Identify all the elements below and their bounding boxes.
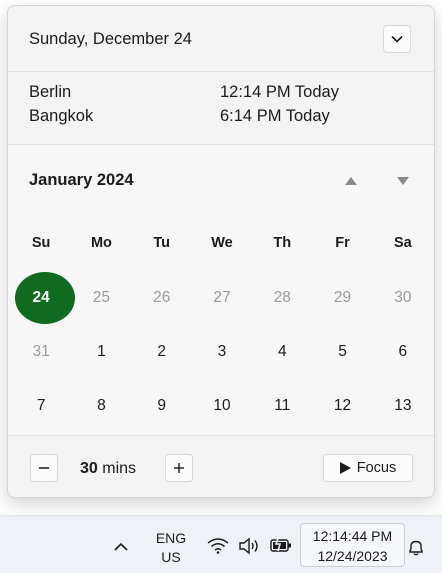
triangle-down-icon — [397, 177, 409, 185]
taskbar-time: 12:14:44 PM — [312, 528, 393, 544]
focus-duration-unit: mins — [102, 460, 137, 477]
focus-button-label: Focus — [356, 460, 397, 476]
start-focus-button[interactable]: Focus — [323, 454, 413, 482]
plus-icon — [174, 463, 184, 473]
weekday-label: Th — [273, 235, 292, 251]
month-title[interactable]: January 2024 — [29, 171, 134, 190]
calendar-day[interactable]: 12 — [312, 397, 372, 415]
calendar-day[interactable]: 11 — [252, 397, 312, 415]
calendar-week: 31 1 2 3 4 5 6 — [11, 327, 433, 377]
weekday-label: Su — [31, 235, 51, 251]
weekday-header: Su Mo Tu We Th Fr Sa — [11, 235, 433, 251]
calendar-week: 24 25 26 27 28 29 30 — [11, 272, 433, 324]
collapse-calendar-button[interactable] — [383, 25, 411, 53]
minus-icon — [39, 467, 49, 469]
calendar-day[interactable]: 2 — [132, 343, 192, 361]
taskbar-clock[interactable]: 12:14:44 PM 12/24/2023 — [300, 523, 405, 567]
volume-icon[interactable] — [238, 537, 262, 555]
play-icon — [339, 462, 351, 474]
clock-city: Berlin — [29, 83, 72, 101]
clock-city: Bangkok — [29, 107, 94, 125]
weekday-label: Tu — [153, 235, 171, 251]
calendar-day[interactable]: 3 — [192, 343, 252, 361]
clock-time: 6:14 PM Today — [220, 107, 330, 125]
focus-duration: 30 mins — [80, 460, 136, 478]
calendar-day[interactable]: 4 — [252, 343, 312, 361]
region-code: US — [161, 549, 181, 565]
calendar-day[interactable]: 13 — [373, 397, 433, 415]
date-header: Sunday, December 24 — [8, 6, 434, 72]
calendar-day[interactable]: 7 — [11, 397, 71, 415]
wifi-icon[interactable] — [207, 538, 229, 554]
calendar-day[interactable]: 5 — [312, 343, 372, 361]
calendar-day[interactable]: 28 — [252, 289, 312, 307]
previous-month-button[interactable] — [343, 173, 359, 189]
calendar-day[interactable]: 25 — [71, 289, 131, 307]
language-code: ENG — [155, 530, 187, 546]
calendar-flyout: Sunday, December 24 Berlin 12:14 PM Toda… — [7, 5, 435, 498]
calendar-week: 7 8 9 10 11 12 13 — [11, 381, 433, 431]
weekday-label: Fr — [335, 235, 350, 251]
weekday-label: We — [211, 235, 233, 251]
calendar-day[interactable]: 26 — [132, 289, 192, 307]
focus-session-bar: 30 mins Focus — [8, 437, 434, 497]
chevron-up-icon — [114, 542, 128, 551]
calendar-day[interactable]: 27 — [192, 289, 252, 307]
calendar-day[interactable]: 31 — [11, 343, 71, 361]
weekday-label: Sa — [393, 235, 412, 251]
increase-focus-button[interactable] — [165, 454, 193, 482]
day-number: 24 — [32, 289, 50, 306]
show-hidden-icons-button[interactable] — [114, 538, 128, 556]
decrease-focus-button[interactable] — [30, 454, 58, 482]
input-language-indicator[interactable]: ENG US — [150, 529, 192, 567]
calendar-day[interactable]: 6 — [373, 343, 433, 361]
chevron-down-icon — [391, 35, 403, 43]
taskbar-date: 12/24/2023 — [317, 548, 388, 564]
calendar-day[interactable]: 9 — [132, 397, 192, 415]
calendar-day-today[interactable]: 24 — [11, 272, 76, 324]
calendar-day[interactable]: 30 — [373, 289, 433, 307]
focus-duration-value: 30 — [80, 460, 98, 477]
clock-time: 12:14 PM Today — [220, 83, 339, 101]
weekday-label: Mo — [90, 235, 112, 251]
calendar-day[interactable]: 29 — [312, 289, 372, 307]
battery-icon[interactable] — [269, 536, 293, 554]
date-title: Sunday, December 24 — [29, 30, 192, 48]
calendar-day[interactable]: 10 — [192, 397, 252, 415]
next-month-button[interactable] — [395, 173, 411, 189]
calendar: January 2024 Su Mo Tu We Th Fr Sa 24 25 … — [8, 145, 434, 436]
bell-icon[interactable] — [407, 539, 425, 557]
taskbar: ENG US 12:14:44 PM 12/24/2023 — [0, 515, 442, 573]
triangle-up-icon — [345, 177, 357, 185]
calendar-day[interactable]: 1 — [71, 343, 131, 361]
world-clocks: Berlin 12:14 PM Today Bangkok 6:14 PM To… — [8, 72, 434, 145]
calendar-day[interactable]: 8 — [71, 397, 131, 415]
